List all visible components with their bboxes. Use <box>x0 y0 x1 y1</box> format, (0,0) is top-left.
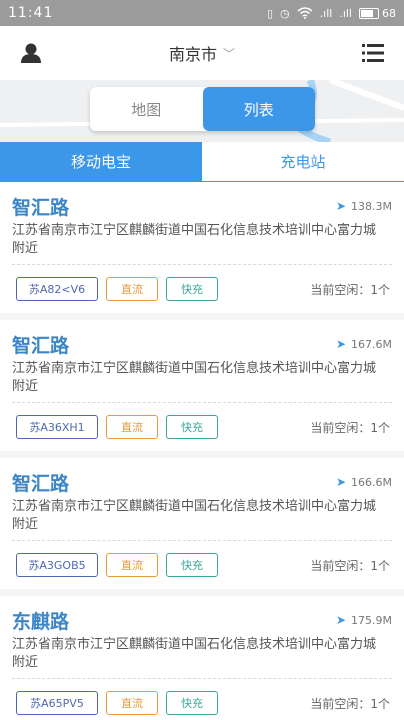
station-address: 江苏省南京市江宁区麒麟街道中国石化信息技术培训中心富力城附近 <box>12 637 377 670</box>
station-name: 智汇路 <box>12 196 70 219</box>
plate-badge: 苏A36XH1 <box>16 415 98 439</box>
current-type-badge: 直流 <box>106 277 158 301</box>
distance-value: 167.6M <box>351 337 392 351</box>
station-name: 智汇路 <box>12 334 70 357</box>
current-type-badge: 直流 <box>106 553 158 577</box>
divider <box>12 402 392 403</box>
station-list[interactable]: 智汇路 ➤ 138.3M 江苏省南京市江宁区麒麟街道中国石化信息技术培训中心富力… <box>0 182 404 720</box>
status-time: 11:41 <box>8 5 54 21</box>
alarm-icon: ◷ <box>280 6 290 20</box>
location-arrow-icon: ➤ <box>335 613 347 627</box>
station-address: 江苏省南京市江宁区麒麟街道中国石化信息技术培训中心富力城附近 <box>12 499 377 532</box>
list-item[interactable]: 东麒路 ➤ 175.9M 江苏省南京市江宁区麒麟街道中国石化信息技术培训中心富力… <box>0 596 404 720</box>
divider <box>12 264 392 265</box>
station-type-tabs: 移动电宝 充电站 <box>0 142 404 182</box>
station-name: 智汇路 <box>12 472 70 495</box>
distance: ➤ 138.3M <box>336 199 392 213</box>
distance: ➤ 166.6M <box>336 475 392 489</box>
location-arrow-icon: ➤ <box>335 199 347 213</box>
status-bar: 11:41 ▯ ◷ .ıll .ıll 68 <box>0 0 404 26</box>
battery-indicator: 68 <box>359 7 396 20</box>
station-address: 江苏省南京市江宁区麒麟街道中国石化信息技术培训中心富力城附近 <box>12 361 377 394</box>
divider <box>12 678 392 679</box>
vacancy-count: 当前空闲：1个 <box>310 282 390 297</box>
distance-value: 175.9M <box>351 613 392 627</box>
menu-list-icon[interactable] <box>362 44 384 62</box>
plate-badge: 苏A65PV5 <box>16 691 98 715</box>
signal-icon: .ıll <box>319 6 333 20</box>
signal-icon-2: .ıll <box>339 6 352 20</box>
charge-speed-badge: 快充 <box>166 415 218 439</box>
charge-speed-badge: 快充 <box>166 553 218 577</box>
city-selector[interactable]: 南京市 ﹀ <box>169 41 235 65</box>
app-header: 南京市 ﹀ <box>0 26 404 80</box>
divider <box>12 540 392 541</box>
city-label: 南京市 <box>168 45 217 64</box>
list-item[interactable]: 智汇路 ➤ 166.6M 江苏省南京市江宁区麒麟街道中国石化信息技术培训中心富力… <box>0 458 404 589</box>
tab-charging-station[interactable]: 充电站 <box>202 142 404 181</box>
vibrate-icon: ▯ <box>266 6 274 20</box>
distance: ➤ 175.9M <box>336 613 392 627</box>
plate-badge: 苏A82<V6 <box>16 277 98 301</box>
charge-speed-badge: 快充 <box>166 277 218 301</box>
vacancy-count: 当前空闲：1个 <box>310 696 390 711</box>
vacancy-count: 当前空闲：1个 <box>310 558 390 573</box>
battery-percent: 68 <box>382 6 396 20</box>
list-item[interactable]: 智汇路 ➤ 167.6M 江苏省南京市江宁区麒麟街道中国石化信息技术培训中心富力… <box>0 320 404 451</box>
battery-icon <box>359 7 379 19</box>
current-type-badge: 直流 <box>106 415 158 439</box>
view-toggle: 地图 列表 <box>90 87 315 131</box>
location-arrow-icon: ➤ <box>335 337 347 351</box>
distance-value: 138.3M <box>351 199 392 213</box>
charge-speed-badge: 快充 <box>166 691 218 715</box>
current-type-badge: 直流 <box>106 691 158 715</box>
station-address: 江苏省南京市江宁区麒麟街道中国石化信息技术培训中心富力城附近 <box>12 223 377 256</box>
plate-badge: 苏A3GOB5 <box>16 553 98 577</box>
tab-mobile-power[interactable]: 移动电宝 <box>0 142 202 181</box>
location-arrow-icon: ➤ <box>335 475 347 489</box>
vacancy-count: 当前空闲：1个 <box>310 420 390 435</box>
list-item[interactable]: 智汇路 ➤ 138.3M 江苏省南京市江宁区麒麟街道中国石化信息技术培训中心富力… <box>0 182 404 313</box>
wifi-icon <box>297 7 313 19</box>
user-icon[interactable] <box>20 42 42 64</box>
distance: ➤ 167.6M <box>336 337 392 351</box>
list-view-button[interactable]: 列表 <box>202 87 315 131</box>
chevron-down-icon: ﹀ <box>223 46 236 61</box>
map-view-button[interactable]: 地图 <box>90 87 203 131</box>
station-name: 东麒路 <box>12 610 70 633</box>
distance-value: 166.6M <box>351 475 392 489</box>
